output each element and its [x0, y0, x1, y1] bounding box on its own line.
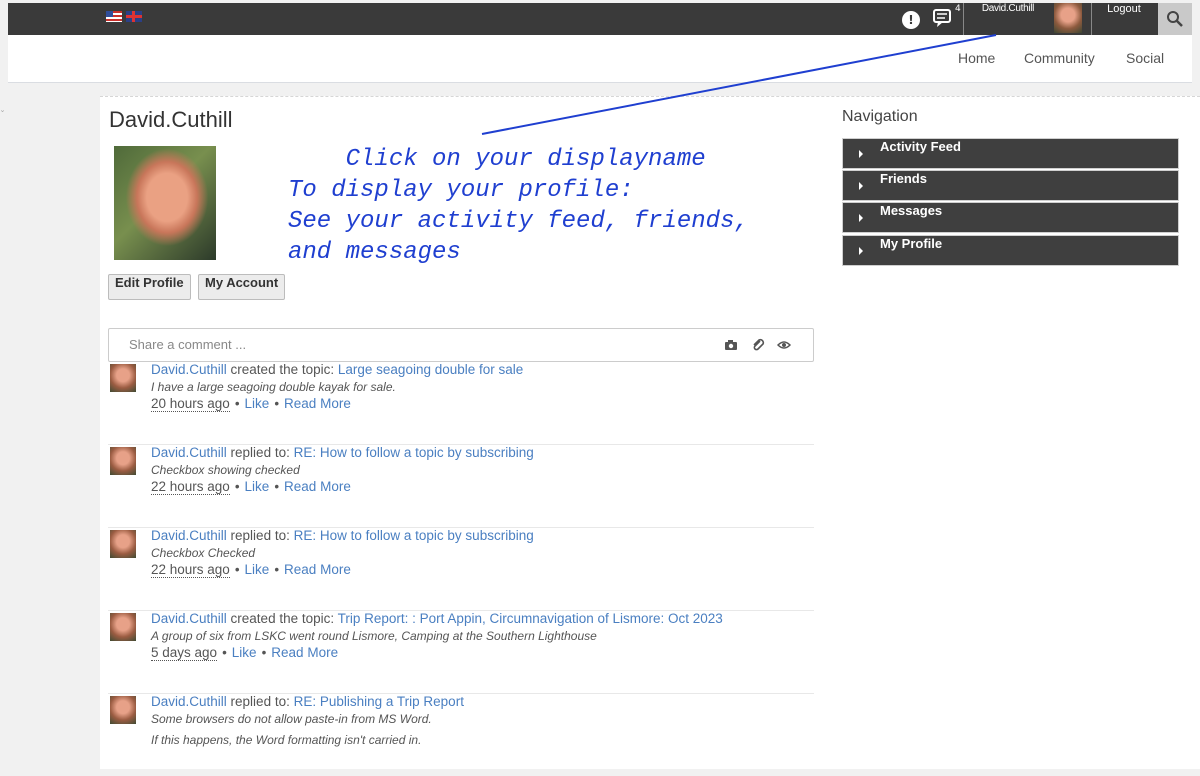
annotation-arrow — [481, 34, 997, 135]
